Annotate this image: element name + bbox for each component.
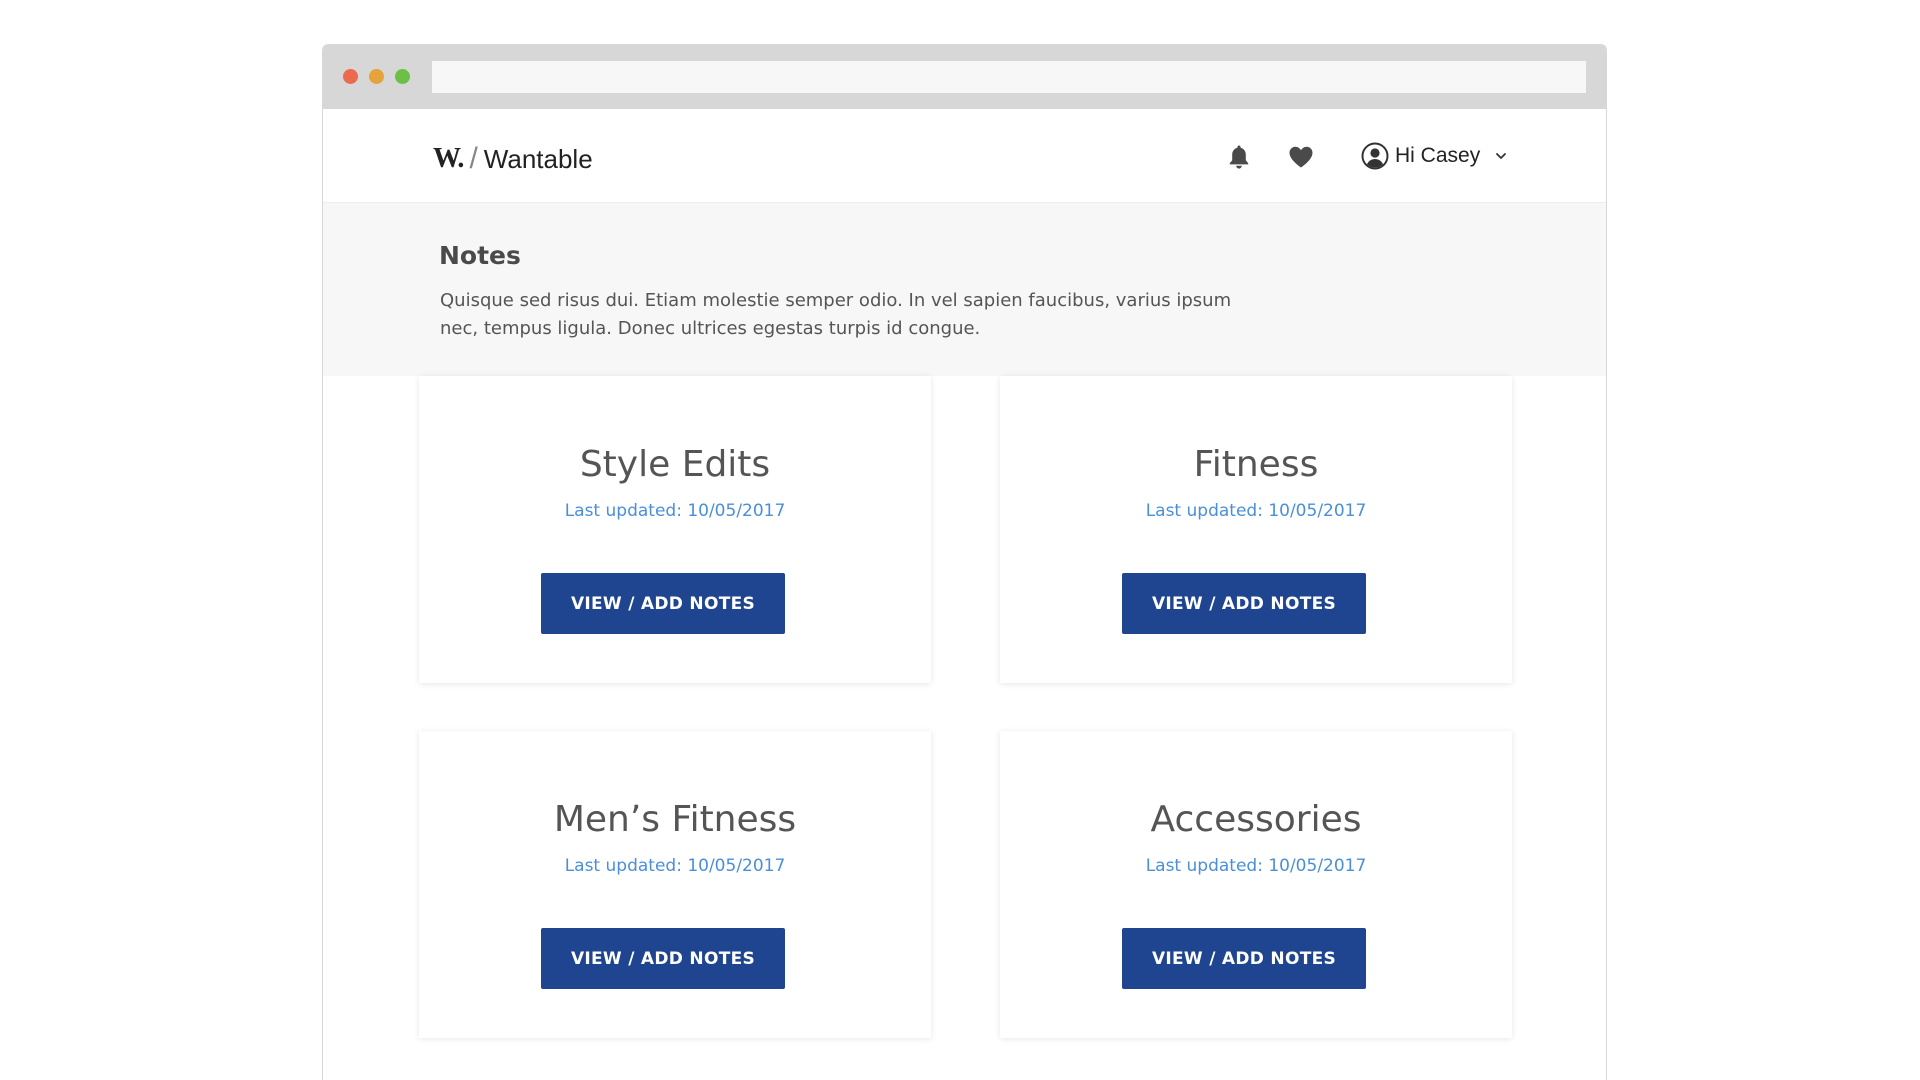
logo-mark: W. [433,143,464,174]
card-last-updated: Last updated: 10/05/2017 [1145,856,1367,876]
user-greeting: Hi Casey [1395,144,1481,167]
view-add-notes-button[interactable]: VIEW / ADD NOTES [1122,573,1366,634]
minimize-window-button[interactable] [369,69,384,84]
card-title: Men’s Fitness [553,799,797,840]
browser-chrome [323,45,1606,109]
close-window-button[interactable] [343,69,358,84]
notes-intro: Notes Quisque sed risus dui. Etiam moles… [323,203,1606,376]
address-bar[interactable] [432,61,1586,93]
logo-text: Wantable [483,143,593,174]
notes-card-style-edits: Style Edits Last updated: 10/05/2017 VIE… [419,376,931,683]
notes-card-fitness: Fitness Last updated: 10/05/2017 VIEW / … [1000,376,1512,683]
user-avatar-icon [1361,142,1389,170]
notes-card-mens-fitness: Men’s Fitness Last updated: 10/05/2017 V… [419,731,931,1038]
heart-icon[interactable] [1287,143,1315,171]
notes-card-accessories: Accessories Last updated: 10/05/2017 VIE… [1000,731,1512,1038]
view-add-notes-button[interactable]: VIEW / ADD NOTES [541,928,785,989]
view-add-notes-button[interactable]: VIEW / ADD NOTES [541,573,785,634]
page-description: Quisque sed risus dui. Etiam molestie se… [440,290,1232,339]
page-title: Notes [439,241,521,270]
site-header: W. / Wantable Hi Casey [323,109,1606,203]
card-last-updated: Last updated: 10/05/2017 [1145,501,1367,521]
card-title: Style Edits [579,444,771,485]
logo-slash: / [469,142,478,175]
card-last-updated: Last updated: 10/05/2017 [564,856,786,876]
chevron-down-icon [1494,149,1508,163]
wantable-logo[interactable]: W. / Wantable [433,142,593,176]
user-menu[interactable]: Hi Casey [1353,135,1516,177]
bell-icon[interactable] [1225,143,1253,171]
view-add-notes-button[interactable]: VIEW / ADD NOTES [1122,928,1366,989]
card-last-updated: Last updated: 10/05/2017 [564,501,786,521]
card-title: Fitness [1193,444,1319,485]
card-title: Accessories [1150,799,1362,840]
browser-window: W. / Wantable Hi Casey Notes Quisque sed… [322,44,1607,1080]
maximize-window-button[interactable] [395,69,410,84]
